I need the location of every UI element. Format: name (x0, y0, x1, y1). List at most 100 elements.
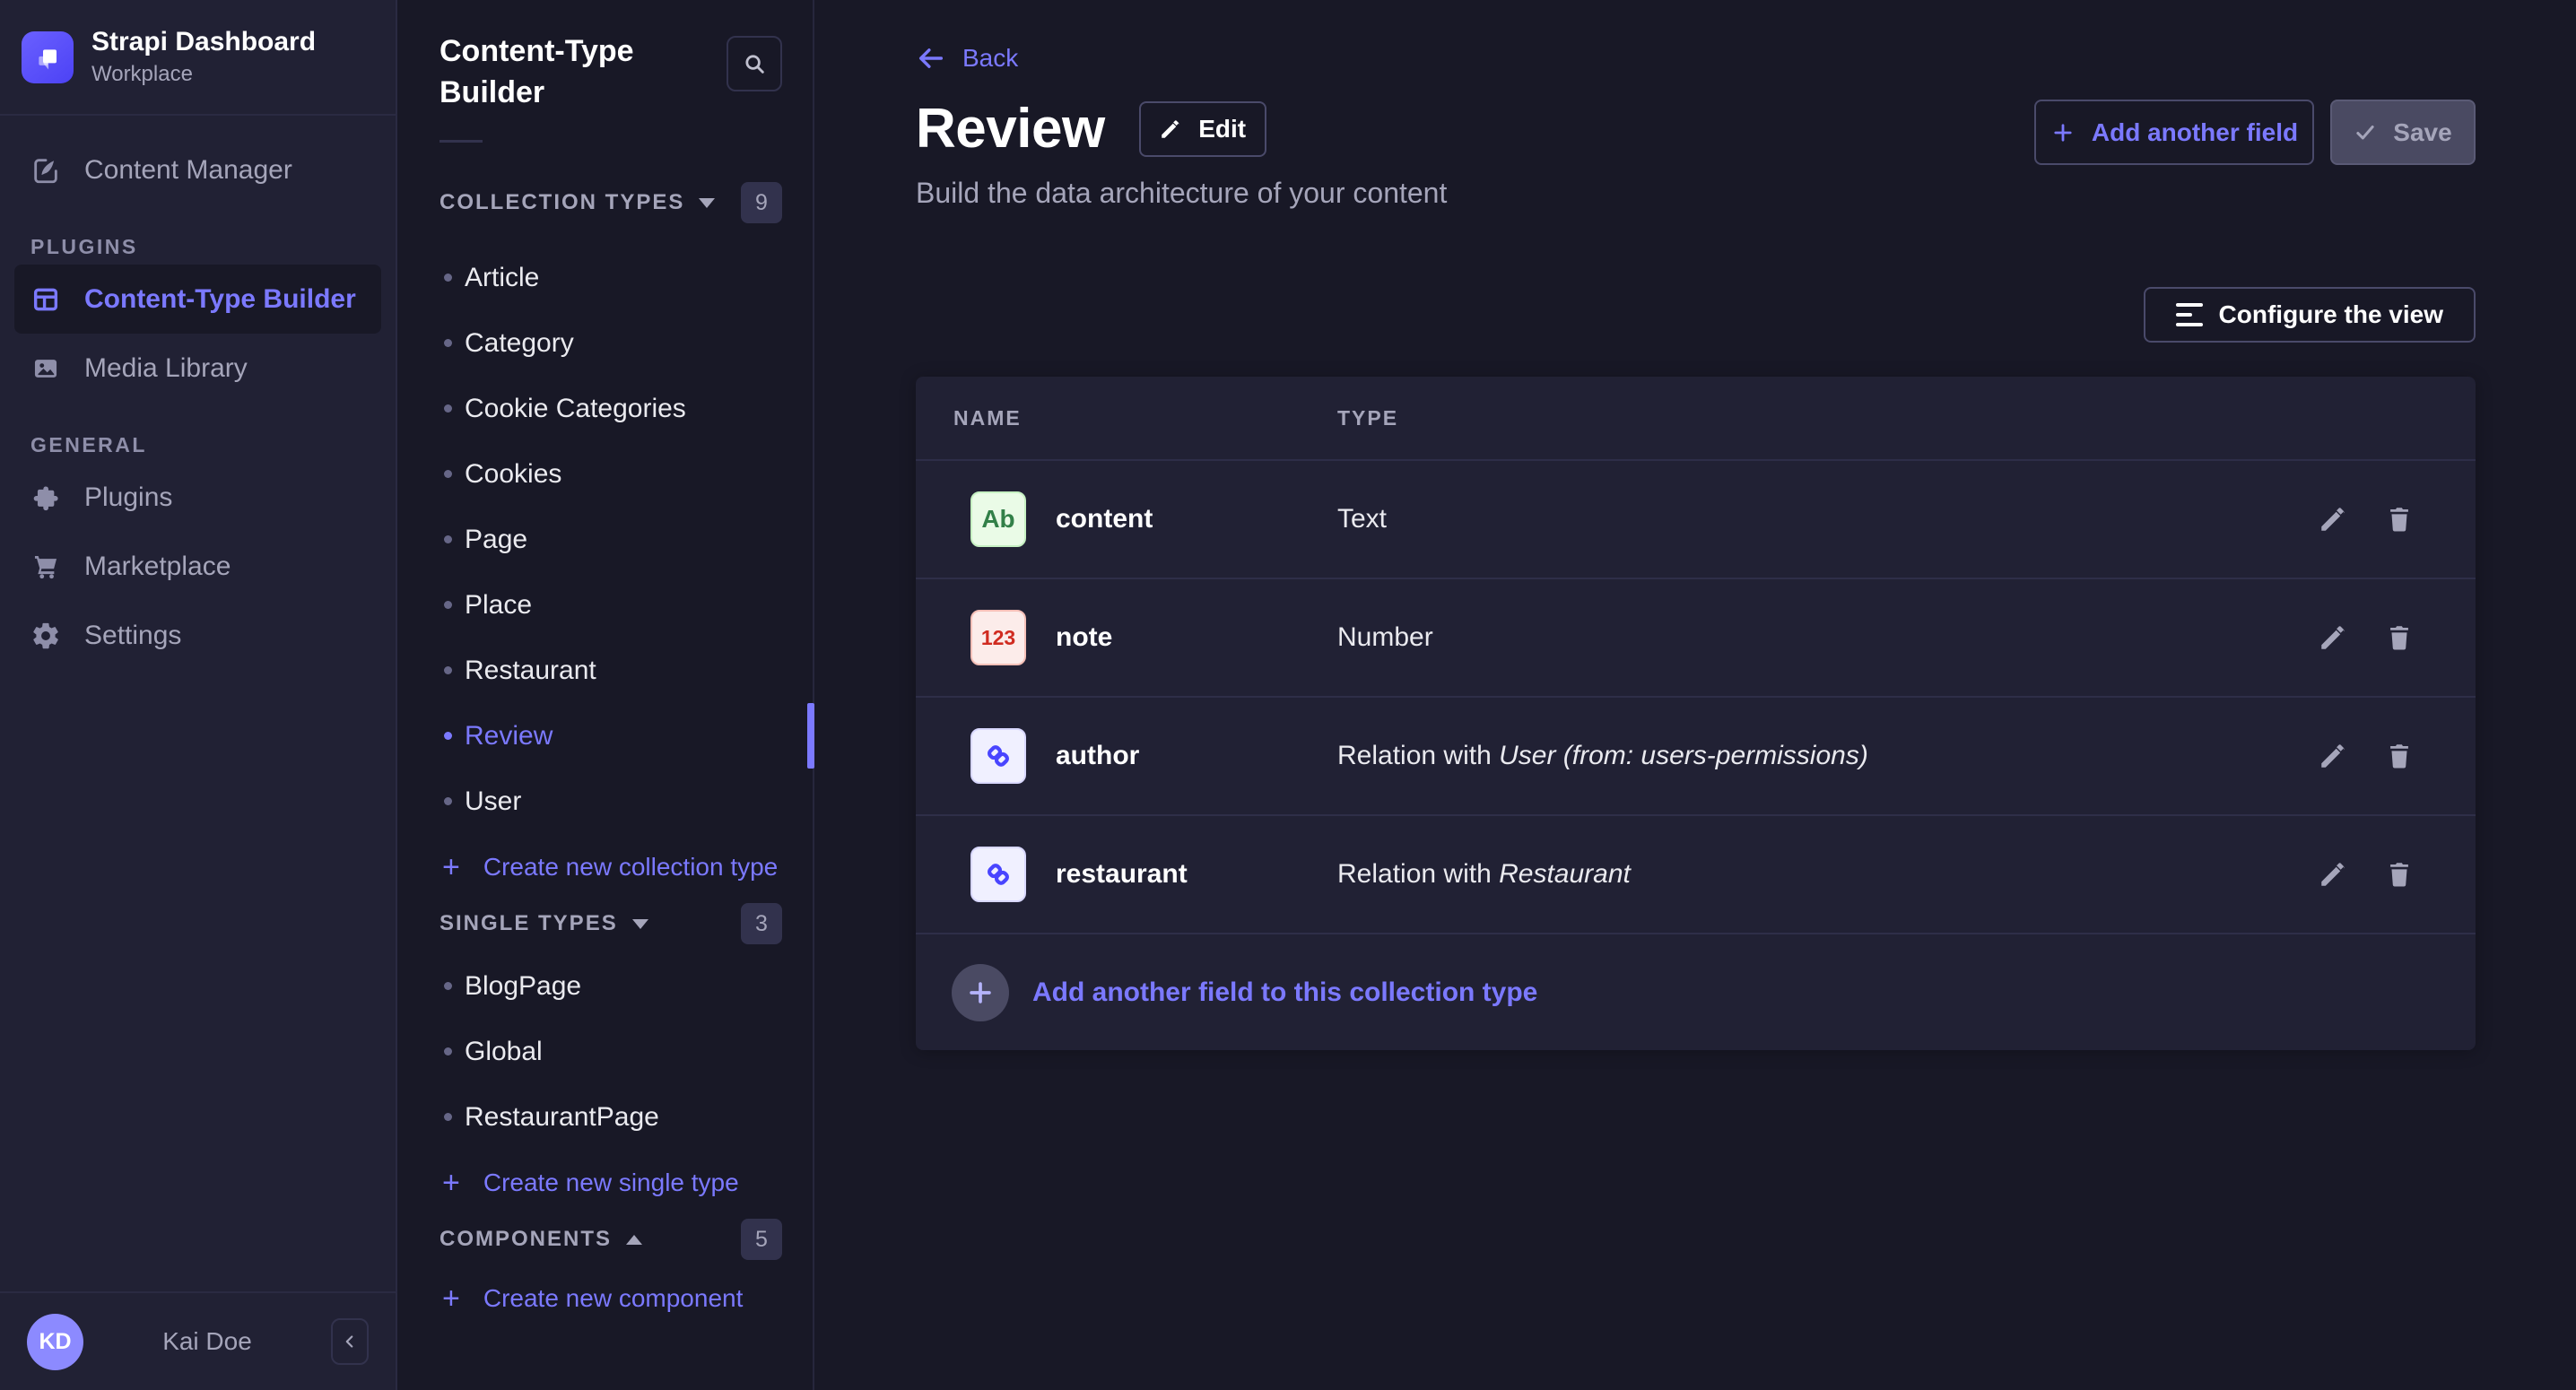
workspace-brand[interactable]: Strapi Dashboard Workplace (0, 0, 396, 116)
count-badge: 9 (741, 182, 782, 223)
item-label: Cookie Categories (465, 394, 686, 424)
create-component-link[interactable]: + Create new component (397, 1265, 813, 1331)
link-icon (983, 741, 1014, 771)
search-button[interactable] (727, 36, 782, 91)
delete-field-button[interactable] (2384, 859, 2415, 890)
item-label: Cookies (465, 459, 561, 490)
plus-icon: + (442, 852, 460, 882)
collapse-sidebar-button[interactable] (331, 1318, 369, 1365)
single-types-header[interactable]: SINGLE TYPES 3 (397, 903, 813, 944)
configure-icon (2176, 303, 2203, 326)
create-single-type-link[interactable]: + Create new single type (397, 1150, 813, 1215)
delete-field-button[interactable] (2384, 741, 2415, 771)
chevron-down-icon (699, 198, 715, 208)
create-label: Create new collection type (483, 853, 778, 882)
count-badge: 3 (741, 903, 782, 944)
sidebar-item-settings[interactable]: Settings (14, 601, 381, 670)
sidebar-item-content-manager[interactable]: Content Manager (14, 135, 381, 204)
sidebar-item-marketplace[interactable]: Marketplace (14, 532, 381, 601)
panel-title: Content-Type Builder (439, 30, 709, 113)
delete-field-button[interactable] (2384, 504, 2415, 534)
single-type-blogpage[interactable]: BlogPage (397, 953, 813, 1019)
user-menu[interactable]: KD Kai Doe (0, 1291, 396, 1390)
sidebar-item-media-library[interactable]: Media Library (14, 334, 381, 403)
pencil-icon (1159, 117, 1182, 141)
bullet (444, 339, 452, 347)
field-name: author (1056, 741, 1139, 771)
column-header-type: TYPE (1337, 406, 2217, 430)
sidebar-item-label: Settings (84, 621, 181, 651)
collection-type-cookies[interactable]: Cookies (397, 441, 813, 507)
section-label: COMPONENTS (439, 1227, 612, 1252)
create-label: Create new single type (483, 1168, 739, 1197)
collection-type-cookie-categories[interactable]: Cookie Categories (397, 376, 813, 441)
sidebar-item-plugins[interactable]: Plugins (14, 463, 381, 532)
collection-type-restaurant[interactable]: Restaurant (397, 638, 813, 703)
collection-type-category[interactable]: Category (397, 310, 813, 376)
edit-field-button[interactable] (2318, 622, 2348, 653)
count-badge: 5 (741, 1219, 782, 1260)
main-sidebar: Strapi Dashboard Workplace Content Manag… (0, 0, 397, 1390)
item-label: Place (465, 590, 532, 621)
sidebar-item-label: Plugins (84, 482, 172, 513)
trash-icon (2384, 622, 2415, 653)
save-label: Save (2393, 118, 2451, 147)
check-icon (2354, 121, 2377, 144)
bullet (444, 601, 452, 609)
field-name: content (1056, 504, 1153, 534)
relation-field-icon (970, 847, 1026, 902)
page-subtitle: Build the data architecture of your cont… (916, 177, 2476, 210)
collection-type-review[interactable]: Review (397, 703, 813, 769)
bullet (444, 404, 452, 413)
chevron-up-icon (626, 1235, 642, 1245)
item-label: Article (465, 263, 539, 293)
components-header[interactable]: COMPONENTS 5 (397, 1219, 813, 1260)
back-label: Back (962, 44, 1018, 73)
collection-type-place[interactable]: Place (397, 572, 813, 638)
content-type-builder-icon (30, 284, 61, 315)
sidebar-item-label: Content Manager (84, 155, 292, 186)
create-collection-type-link[interactable]: + Create new collection type (397, 834, 813, 899)
plus-icon: + (442, 1168, 460, 1198)
table-row: 123 note Number (916, 579, 2476, 696)
trash-icon (2384, 504, 2415, 534)
add-field-to-collection-button[interactable]: Add another field to this collection typ… (916, 934, 2476, 1050)
collection-type-page[interactable]: Page (397, 507, 813, 572)
app-title: Strapi Dashboard (91, 27, 316, 57)
main-content: Back Review Edit Build the data architec… (814, 0, 2576, 1390)
single-type-global[interactable]: Global (397, 1019, 813, 1084)
add-another-field-button[interactable]: Add another field (2034, 100, 2314, 165)
configure-view-button[interactable]: Configure the view (2144, 287, 2476, 343)
back-link[interactable]: Back (916, 43, 1018, 74)
search-icon (742, 51, 767, 76)
edit-button[interactable]: Edit (1139, 101, 1266, 157)
sidebar-item-label: Marketplace (84, 552, 231, 582)
edit-field-button[interactable] (2318, 741, 2348, 771)
bullet (444, 470, 452, 478)
bullet (444, 1047, 452, 1056)
add-field-label: Add another field to this collection typ… (1032, 977, 1537, 1008)
collection-types-header[interactable]: COLLECTION TYPES 9 (397, 182, 813, 223)
field-name: restaurant (1056, 859, 1188, 890)
user-name: Kai Doe (83, 1327, 331, 1356)
edit-field-button[interactable] (2318, 504, 2348, 534)
workspace-name: Workplace (91, 62, 316, 87)
single-type-restaurantpage[interactable]: RestaurantPage (397, 1084, 813, 1150)
delete-field-button[interactable] (2384, 622, 2415, 653)
table-row: Ab content Text (916, 461, 2476, 578)
collection-type-article[interactable]: Article (397, 245, 813, 310)
item-label: RestaurantPage (465, 1102, 659, 1133)
edit-field-button[interactable] (2318, 859, 2348, 890)
field-type: Text (1337, 504, 2217, 534)
collection-type-user[interactable]: User (397, 769, 813, 834)
plus-circle-icon (952, 964, 1009, 1021)
link-icon (983, 859, 1014, 890)
create-label: Create new component (483, 1284, 744, 1313)
item-label: Page (465, 525, 527, 555)
field-name: note (1056, 622, 1112, 653)
save-button[interactable]: Save (2330, 100, 2476, 165)
sidebar-item-content-type-builder[interactable]: Content-Type Builder (14, 265, 381, 334)
plus-icon (2050, 120, 2076, 145)
pencil-icon (2318, 741, 2348, 771)
chevron-down-icon (632, 919, 648, 929)
